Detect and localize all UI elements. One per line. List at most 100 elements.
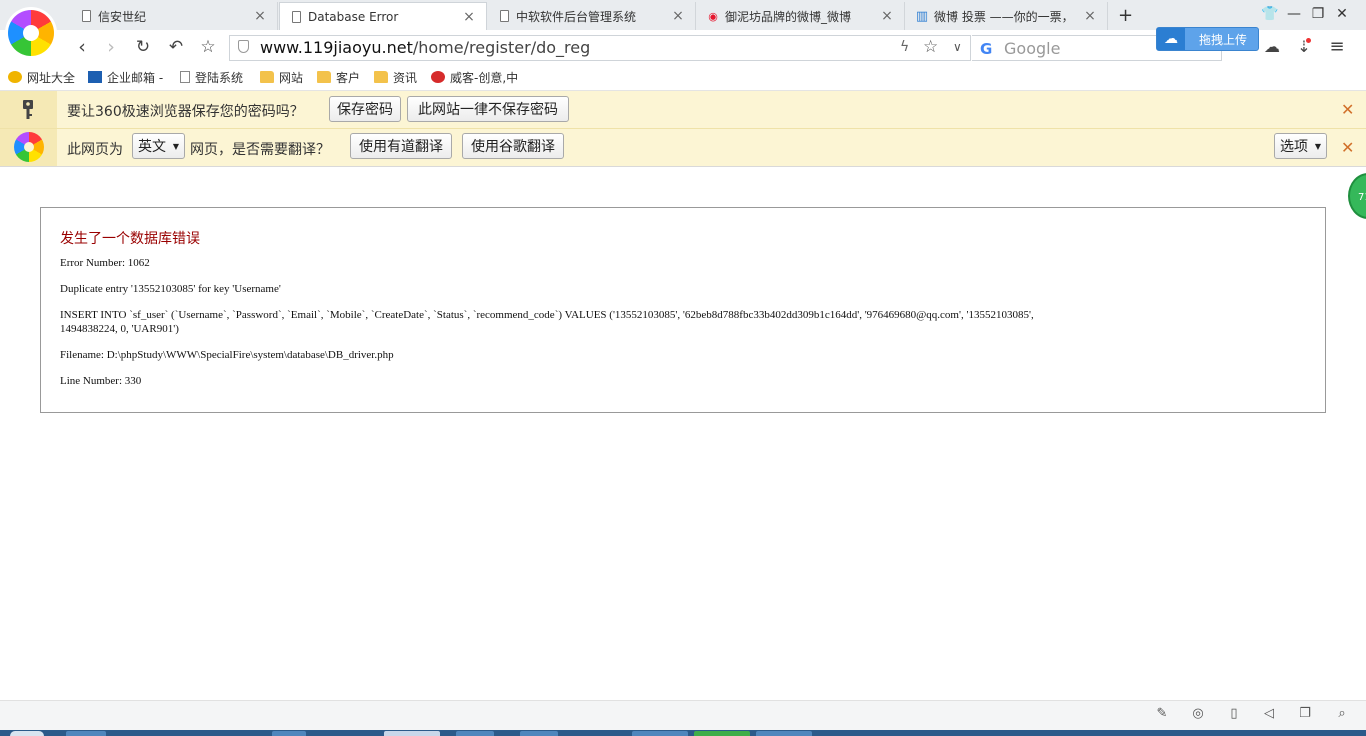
refresh-icon[interactable]: ↻ [132,36,154,58]
forward-icon[interactable]: › [100,36,122,58]
close-icon[interactable]: × [671,8,685,24]
bookmark-folder-website[interactable]: 网站 [260,68,303,86]
back-icon[interactable]: ‹ [71,36,93,58]
search-placeholder: Google [1004,39,1061,58]
bookmark-label: 资讯 [393,70,418,85]
tab-weibo-yunifang[interactable]: ◉ 御泥坊品牌的微博_微博 × [697,2,905,30]
skin-icon[interactable]: 👕 [1260,6,1280,22]
save-password-message: 要让360极速浏览器保存您的密码吗？ [67,104,304,120]
bookmark-label: 网址大全 [27,70,76,85]
folder-icon [260,71,274,83]
trash-icon[interactable]: ▯ [1226,706,1242,722]
google-icon: G [980,40,993,58]
bookmark-label: 企业邮箱 - [107,70,164,85]
taskbar-app-3[interactable] [456,731,494,736]
bookmark-weike[interactable]: 威客-创意,中 [431,68,518,86]
tab-title: 信安世纪 [98,9,147,24]
taskbar-app-4[interactable] [520,731,558,736]
vote-icon: ▥ [915,8,929,24]
tab-weibo-vote[interactable]: ▥ 微博 投票 ——你的一票， × [906,2,1108,30]
mail-icon [88,71,102,83]
taskbar-app-2[interactable] [272,731,306,736]
pin-icon[interactable]: ✎ [1154,706,1170,722]
taskbar-app-1[interactable] [66,731,106,736]
page-icon [498,9,510,23]
chevron-down-icon[interactable]: ∨ [953,40,962,54]
translate-prefix: 此网页为 [67,142,123,158]
taskbar-app-6[interactable] [756,731,812,736]
shield-icon [238,40,249,53]
menu-icon[interactable]: ≡ [1326,36,1348,58]
bookmark-login[interactable]: 登陆系统 [180,68,243,86]
close-password-bar-icon[interactable]: ✕ [1341,100,1354,119]
new-tab-icon[interactable]: + [1118,5,1133,26]
tab-title: 微博 投票 ——你的一票， [934,9,1074,24]
folder-icon [317,71,331,83]
download-icon[interactable]: ⇣ [1293,36,1315,58]
bookmark-label: 登陆系统 [195,70,244,85]
bookmark-mail[interactable]: 企业邮箱 - [88,68,163,86]
folder-icon [374,71,388,83]
tab-database-error[interactable]: Database Error × [279,2,487,30]
upload-label: 拖拽上传 [1199,32,1248,47]
close-icon[interactable]: × [462,9,476,25]
drag-upload-button[interactable]: ☁ 拖拽上传 [1156,27,1259,51]
weike-icon [431,71,445,83]
close-translate-bar-icon[interactable]: ✕ [1341,138,1354,157]
close-icon[interactable]: × [1083,8,1097,24]
page-icon [290,10,302,24]
bookmark-label: 威客-创意,中 [450,70,519,85]
close-window-icon[interactable]: ✕ [1332,6,1352,22]
browser-logo-icon[interactable] [8,10,54,56]
undo-icon[interactable]: ↶ [165,36,187,58]
taskbar-app-browser[interactable] [384,731,440,736]
translate-options-button[interactable]: 选项 ▼ [1274,133,1327,159]
url-text[interactable]: www.119jiaoyu.net/home/register/do_reg [260,38,590,57]
dropdown-arrow-icon: ▼ [172,141,179,151]
favorite-star-icon[interactable]: ☆ [197,36,219,58]
key-icon [23,100,33,119]
translate-question: 网页，是否需要翻译？ [190,142,330,158]
tab-zhongruan[interactable]: 中软软件后台管理系统 × [488,2,696,30]
notification-dot [1306,38,1311,43]
volume-icon[interactable]: ◁ [1261,706,1277,722]
maximize-icon[interactable]: ❐ [1308,6,1328,22]
error-line-number: Line Number: 330 [60,375,142,387]
options-label: 选项 [1280,139,1308,155]
tab-xinan[interactable]: 信安世纪 × [70,2,278,30]
error-sql-line-1: INSERT INTO `sf_user` (`Username`, `Pass… [60,309,1034,321]
side-float-bubble[interactable]: 71 [1348,173,1366,219]
cloud-sync-icon[interactable]: ☁ [1261,36,1283,58]
close-icon[interactable]: × [880,8,894,24]
never-save-password-button[interactable]: 此网站一律不保存密码 [407,96,569,122]
taskbar-app-5[interactable] [632,731,688,736]
save-password-button[interactable]: 保存密码 [329,96,401,122]
lightning-icon[interactable]: ϟ [900,39,909,55]
bookmark-wangzhi[interactable]: 网址大全 [8,68,75,86]
bookmark-label: 客户 [336,70,361,85]
bookmark-folder-client[interactable]: 客户 [317,68,360,86]
language-select[interactable]: 英文 ▼ [132,133,185,159]
translate-logo-icon [14,132,44,162]
close-icon[interactable]: × [253,8,267,24]
tab-title: 中软软件后台管理系统 [516,9,637,24]
youdao-translate-button[interactable]: 使用有道翻译 [350,133,452,159]
zoom-icon[interactable]: ⌕ [1334,706,1350,722]
cloud-icon: ☁ [1157,28,1185,50]
google-translate-button[interactable]: 使用谷歌翻译 [462,133,564,159]
language-value: 英文 [138,139,166,155]
page-icon [180,71,190,83]
window-icon[interactable]: ❐ [1297,706,1313,722]
error-filename: Filename: D:\phpStudy\WWW\SpecialFire\sy… [60,349,394,361]
weibo-icon: ◉ [708,9,718,23]
error-heading: 发生了一个数据库错误 [60,231,200,247]
speed-icon[interactable]: ◎ [1190,706,1206,722]
bookmark-folder-news[interactable]: 资讯 [374,68,417,86]
bookmark-star-icon[interactable]: ☆ [923,37,938,57]
taskbar-app-wechat[interactable] [694,731,750,736]
start-button[interactable] [10,731,44,736]
error-number: Error Number: 1062 [60,257,150,269]
minimize-icon[interactable]: — [1284,6,1304,22]
dropdown-arrow-icon: ▼ [1314,141,1321,151]
globe-icon [8,71,22,83]
